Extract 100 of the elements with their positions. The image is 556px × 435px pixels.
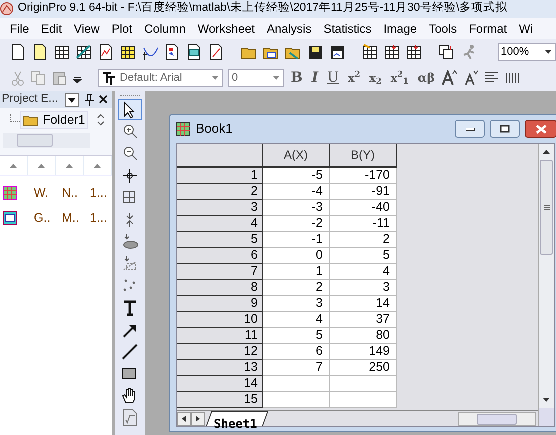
- menu-item[interactable]: Tools: [429, 20, 458, 38]
- menu-item[interactable]: Edit: [41, 20, 62, 38]
- row-header[interactable]: 4: [177, 216, 263, 232]
- format-button[interactable]: B: [289, 71, 305, 85]
- grid-icon[interactable]: [362, 44, 379, 60]
- scroll-down-icon[interactable]: [543, 398, 550, 402]
- row-header[interactable]: 6: [177, 248, 263, 264]
- row-header[interactable]: 3: [177, 200, 263, 216]
- row-header[interactable]: 12: [177, 344, 263, 360]
- grid-icon[interactable]: [406, 44, 423, 60]
- table-cell: 14: [330, 296, 397, 312]
- scroll-up-icon[interactable]: [543, 150, 550, 154]
- row-header[interactable]: 7: [177, 264, 263, 280]
- notes-icon[interactable]: [186, 44, 203, 60]
- minimize-button[interactable]: [455, 120, 485, 138]
- new-page-icon[interactable]: [10, 44, 27, 60]
- scroll-left-button[interactable]: [177, 412, 191, 426]
- format-button[interactable]: αβ: [416, 72, 438, 84]
- clipboard-icon[interactable]: [52, 70, 68, 86]
- menu-item[interactable]: Format: [469, 20, 508, 38]
- window-title: OriginPro 9.1 64-bit - F:\百度经验\matlab\未上传经验\2017年11月25号-11月30号经验\多项式拟: [18, 0, 508, 16]
- chart-page-icon[interactable]: [98, 44, 115, 60]
- format-button[interactable]: I: [310, 71, 320, 85]
- menu-item[interactable]: Statistics: [324, 20, 372, 38]
- spin-arrows-icon[interactable]: [97, 114, 105, 126]
- dropdown-arrow-icon: [545, 50, 552, 54]
- explorer-row[interactable]: G.. M.. 1...: [0, 206, 112, 231]
- explorer-cell-text: G..: [33, 210, 52, 228]
- grid-icon[interactable]: [120, 44, 137, 60]
- grid-icon[interactable]: [54, 44, 71, 60]
- row-header[interactable]: 5: [177, 232, 263, 248]
- grow-font-icon[interactable]: [442, 70, 458, 86]
- zoom-combo[interactable]: 100%: [498, 43, 556, 61]
- row-header[interactable]: 1: [177, 168, 263, 184]
- dropdown-arrow-icon: [273, 76, 280, 80]
- page-icon[interactable]: [208, 44, 225, 60]
- row-header[interactable]: 11: [177, 328, 263, 344]
- data-selector-icon: [121, 232, 139, 250]
- column-header[interactable]: B(Y): [330, 144, 397, 168]
- sort-arrow-icon[interactable]: [10, 164, 17, 168]
- pin-icon[interactable]: [84, 94, 94, 106]
- restore-button[interactable]: [490, 120, 520, 138]
- row-header[interactable]: 8: [177, 280, 263, 296]
- table-cell: 2: [263, 280, 330, 296]
- close-button[interactable]: [525, 120, 556, 138]
- format-button[interactable]: U: [325, 71, 342, 85]
- row-header[interactable]: 15: [177, 392, 263, 408]
- row-header[interactable]: 14: [177, 376, 263, 392]
- tree-folder[interactable]: Folder1: [20, 111, 88, 129]
- equation-icon: [121, 408, 139, 426]
- explorer-cell-text: 1...: [89, 185, 108, 202]
- new-page-icon[interactable]: [32, 44, 49, 60]
- shrink-font-icon[interactable]: [463, 70, 480, 86]
- sort-arrow-icon[interactable]: [38, 164, 45, 168]
- crosshair-icon: [121, 166, 139, 184]
- format-button[interactable]: x$^{2}$: [346, 72, 363, 84]
- grid-icon[interactable]: [384, 44, 401, 60]
- layout-page-icon[interactable]: [164, 44, 181, 60]
- sort-arrow-icon[interactable]: [94, 164, 101, 168]
- size-grip[interactable]: [539, 408, 554, 426]
- grid-icon[interactable]: [76, 44, 93, 60]
- menu-item[interactable]: File: [10, 20, 30, 38]
- menu-item[interactable]: Column: [144, 20, 186, 38]
- table-cell: -5: [263, 168, 330, 184]
- floppy-icon[interactable]: [307, 44, 324, 60]
- corner-cell[interactable]: [177, 144, 263, 168]
- left-arrow-icon: [182, 416, 186, 422]
- menu-item[interactable]: Image: [384, 20, 418, 38]
- size-combo[interactable]: 0: [228, 69, 284, 87]
- row-header[interactable]: 2: [177, 184, 263, 200]
- scroll-right-button[interactable]: [191, 412, 205, 426]
- close-icon: [536, 124, 546, 134]
- row-header[interactable]: 10: [177, 312, 263, 328]
- table-cell: -2: [263, 216, 330, 232]
- table-cell: 4: [263, 312, 330, 328]
- horizontal-scrollbar[interactable]: [458, 412, 536, 426]
- close-icon[interactable]: [99, 95, 108, 104]
- panel-title: Project E...: [2, 92, 60, 107]
- table-cell: -3: [263, 200, 330, 216]
- sort-arrow-icon[interactable]: [66, 164, 73, 168]
- workbook-icon: [3, 186, 18, 201]
- row-header[interactable]: 13: [177, 360, 263, 376]
- column-header[interactable]: A(X): [263, 144, 330, 168]
- scrollbar-thumb[interactable]: [540, 160, 553, 255]
- font-combo[interactable]: Default: Arial: [98, 69, 223, 87]
- menu-item[interactable]: Worksheet: [198, 20, 256, 38]
- floppy-icon[interactable]: [329, 44, 346, 60]
- columns-icon[interactable]: [505, 70, 522, 86]
- menu-item[interactable]: View: [74, 20, 100, 38]
- duplicate-icon[interactable]: [439, 44, 456, 60]
- menu-item[interactable]: Wi: [519, 20, 534, 38]
- row-header[interactable]: 9: [177, 296, 263, 312]
- horizontal-scrollbar[interactable]: [3, 133, 90, 148]
- menu-item[interactable]: Analysis: [267, 20, 312, 38]
- explorer-row[interactable]: W. N.. 1...: [0, 181, 112, 206]
- tool-button[interactable]: [118, 99, 142, 120]
- sheet-tab[interactable]: Sheet1: [206, 411, 270, 426]
- format-button[interactable]: x$_{2}$: [368, 72, 384, 84]
- region-selector-icon: [121, 254, 139, 272]
- menu-item[interactable]: Plot: [112, 20, 133, 38]
